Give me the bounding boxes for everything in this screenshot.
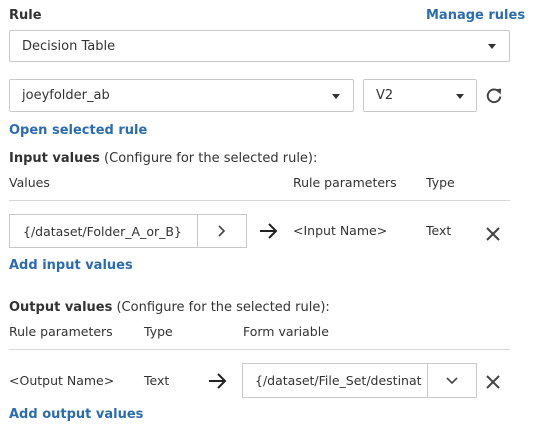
close-icon[interactable]	[485, 226, 501, 242]
chevron-down-icon	[456, 94, 464, 99]
arrow-right-icon	[208, 372, 228, 390]
output-values-subtitle: (Configure for the selected rule):	[112, 300, 330, 315]
folder-select-value: joeyfolder_ab	[22, 88, 110, 103]
rule-select[interactable]: Decision Table	[9, 30, 510, 62]
rule-label: Rule	[9, 8, 42, 23]
manage-rules-link[interactable]: Manage rules	[426, 8, 525, 23]
version-select[interactable]: V2	[363, 79, 477, 112]
input-values-title: Input values	[9, 151, 100, 166]
refresh-icon[interactable]	[484, 86, 504, 106]
input-value-text: {/dataset/Folder_A_or_B}	[23, 223, 182, 239]
output-values-heading: Output values (Configure for the selecte…	[9, 300, 330, 315]
input-header-type: Type	[426, 175, 455, 190]
input-divider	[9, 200, 510, 201]
output-param-name: <Output Name>	[9, 373, 115, 388]
add-input-values-link[interactable]: Add input values	[9, 258, 133, 273]
close-icon[interactable]	[485, 374, 501, 390]
output-form-variable-text: {/dataset/File_Set/destinat	[255, 373, 422, 388]
input-values-heading: Input values (Configure for the selected…	[9, 151, 317, 166]
chevron-down-icon	[332, 94, 340, 99]
input-param-type: Text	[426, 223, 452, 238]
open-selected-rule-link[interactable]: Open selected rule	[9, 123, 147, 138]
input-header-rule-params: Rule parameters	[293, 175, 397, 190]
chevron-down-icon	[446, 376, 458, 384]
output-variable-dropdown-button[interactable]	[427, 363, 477, 398]
add-output-values-link[interactable]: Add output values	[9, 407, 143, 422]
output-form-variable-field[interactable]: {/dataset/File_Set/destinat	[242, 363, 428, 398]
output-param-type: Text	[144, 373, 170, 388]
input-values-subtitle: (Configure for the selected rule):	[99, 151, 318, 166]
input-value-field[interactable]: {/dataset/Folder_A_or_B}	[9, 214, 199, 248]
output-header-form-variable: Form variable	[243, 324, 329, 339]
chevron-down-icon	[488, 44, 496, 49]
input-param-name: <Input Name>	[293, 223, 388, 238]
folder-select[interactable]: joeyfolder_ab	[9, 79, 354, 112]
version-select-value: V2	[376, 88, 394, 103]
output-header-rule-params: Rule parameters	[9, 324, 113, 339]
input-header-values: Values	[9, 175, 50, 190]
input-value-picker-button[interactable]	[197, 214, 247, 248]
chevron-right-icon	[218, 225, 226, 237]
output-values-title: Output values	[9, 300, 113, 315]
output-divider	[9, 349, 510, 350]
arrow-right-icon	[259, 222, 279, 240]
output-header-type: Type	[144, 324, 173, 339]
rule-select-value: Decision Table	[22, 38, 116, 54]
